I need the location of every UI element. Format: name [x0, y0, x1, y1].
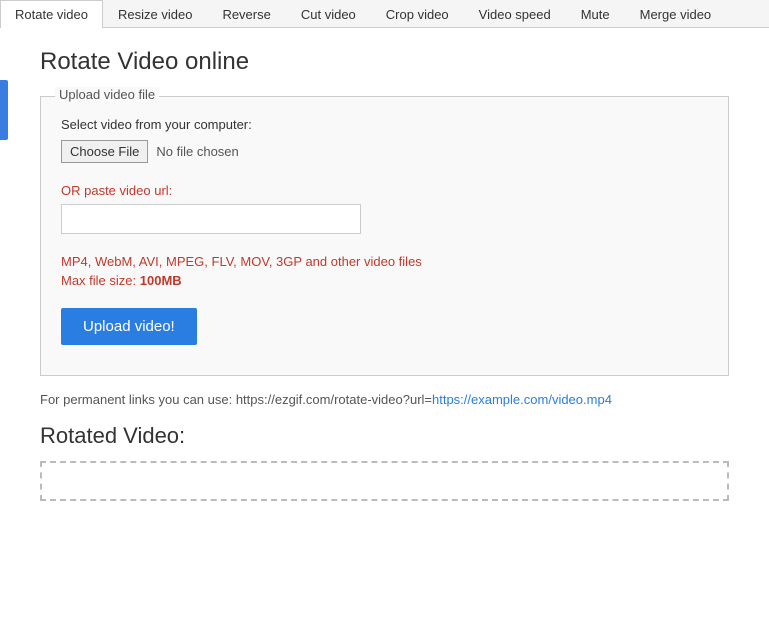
tab-reverse[interactable]: Reverse	[207, 0, 285, 28]
permanent-link-prefix: For permanent links you can use: https:/…	[40, 392, 432, 407]
permanent-link-example[interactable]: https://example.com/video.mp4	[432, 392, 612, 407]
rotated-video-box	[40, 461, 729, 501]
select-label: Select video from your computer:	[61, 117, 708, 132]
tab-bar: Rotate video Resize video Reverse Cut vi…	[0, 0, 769, 28]
upload-box-legend: Upload video file	[55, 87, 159, 102]
tab-video-speed[interactable]: Video speed	[464, 0, 566, 28]
url-input[interactable]	[61, 204, 361, 234]
tab-mute[interactable]: Mute	[566, 0, 625, 28]
tab-resize-video[interactable]: Resize video	[103, 0, 207, 28]
maxsize-value: 100MB	[140, 273, 182, 288]
main-content: Rotate Video online Upload video file Se…	[0, 28, 769, 521]
choose-file-button[interactable]: Choose File	[61, 140, 148, 163]
tab-merge-video[interactable]: Merge video	[625, 0, 727, 28]
tab-crop-video[interactable]: Crop video	[371, 0, 464, 28]
upload-box: Upload video file Select video from your…	[40, 96, 729, 376]
scroll-indicator	[0, 80, 8, 140]
tab-rotate-video[interactable]: Rotate video	[0, 0, 103, 28]
file-input-row: Choose File No file chosen	[61, 140, 708, 163]
no-file-text: No file chosen	[156, 144, 238, 159]
formats-text: MP4, WebM, AVI, MPEG, FLV, MOV, 3GP and …	[61, 254, 708, 269]
tab-cut-video[interactable]: Cut video	[286, 0, 371, 28]
maxsize-text: Max file size: 100MB	[61, 273, 708, 288]
permanent-link-note: For permanent links you can use: https:/…	[40, 392, 729, 407]
rotated-video-title: Rotated Video:	[40, 423, 729, 449]
or-paste-label: OR paste video url:	[61, 183, 708, 198]
upload-button[interactable]: Upload video!	[61, 308, 197, 345]
page-title: Rotate Video online	[40, 48, 729, 76]
